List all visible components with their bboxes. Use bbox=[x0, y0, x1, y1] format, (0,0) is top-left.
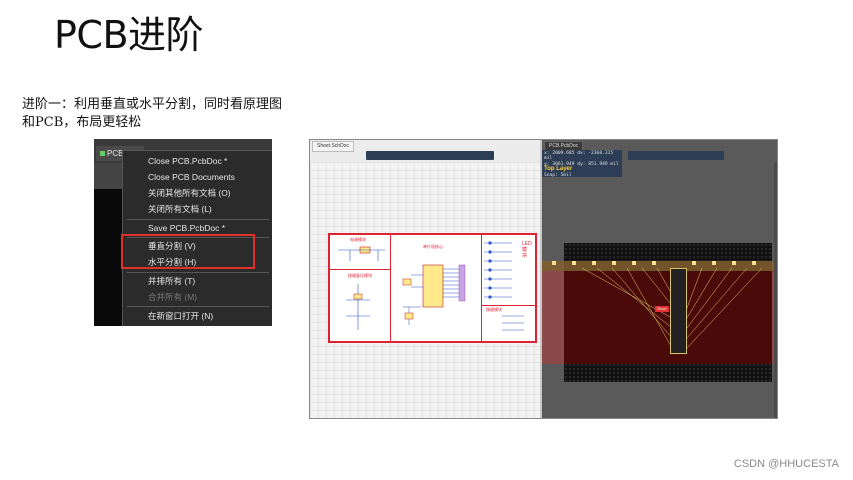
led-module-block: LED模块 bbox=[481, 234, 536, 306]
block-label: 电源模块 bbox=[350, 237, 366, 242]
slide-title: PCB进阶 bbox=[54, 13, 204, 57]
pcb-snap: Snap: 5mil bbox=[544, 172, 572, 178]
pcb-coordinate-info: x: 2009.685 dx: -2360.315 mil y: 3061.94… bbox=[542, 150, 622, 178]
pcb-component-label: Short bbox=[655, 306, 669, 312]
mcu-core-circuit bbox=[402, 264, 466, 325]
watermark: CSDN @HHUCESTA bbox=[733, 458, 839, 470]
menu-item-tile-all[interactable]: 并排所有 (T) bbox=[148, 274, 195, 288]
reset-key-circuit bbox=[346, 284, 370, 330]
menu-item-close-pcb-documents[interactable]: Close PCB Documents bbox=[148, 170, 235, 184]
pcb-scrollbar[interactable] bbox=[774, 162, 777, 418]
split-options-highlight-box bbox=[121, 234, 255, 269]
schematic-tab[interactable]: Sheet.SchDoc bbox=[312, 141, 354, 152]
menu-separator bbox=[127, 219, 269, 220]
pcb-mcu-footprint[interactable] bbox=[670, 268, 687, 354]
menu-item-merge-all[interactable]: 合并所有 (M) bbox=[148, 290, 197, 304]
schematic-pane: Sheet.SchDoc 电源模块 单片机核心 LED模块 按键复位模块 按键模… bbox=[310, 140, 542, 418]
menu-item-save-doc[interactable]: Save PCB.PcbDoc * bbox=[148, 221, 225, 235]
menu-item-close-others[interactable]: 关闭其他所有文档 (O) bbox=[148, 186, 231, 200]
pcb-coord-x: x: 2009.685 dx: -2360.315 mil bbox=[544, 151, 614, 162]
block-label: 按键复位模块 bbox=[348, 273, 372, 278]
reset-key-module-block: 按键复位模块 bbox=[329, 269, 391, 342]
led-module-circuit bbox=[484, 241, 512, 299]
menu-item-open-new-window[interactable]: 在新窗口打开 (N) bbox=[148, 309, 213, 323]
pcb-pane: PCB.PcbDoc x: 2009.685 dx: -2360.315 mil… bbox=[542, 140, 777, 418]
mcu-core-block: 单片机核心 bbox=[390, 234, 482, 342]
slide-description: 进阶一：利用垂直或水平分割，同时看原理图和PCB，布局更轻松 bbox=[22, 97, 283, 130]
document-icon bbox=[100, 151, 105, 156]
menu-item-close-doc[interactable]: Close PCB.PcbDoc * bbox=[148, 154, 227, 168]
context-menu-screenshot: PCB.PcbDoc Close PCB.PcbDoc * Close PCB … bbox=[94, 139, 272, 326]
schematic-toolbar[interactable] bbox=[366, 151, 494, 160]
menu-separator bbox=[127, 272, 269, 273]
pcb-traces bbox=[552, 261, 763, 349]
block-label: 单片机核心 bbox=[423, 244, 443, 249]
power-module-block: 电源模块 bbox=[329, 234, 391, 270]
split-view-screenshot: Sheet.SchDoc 电源模块 单片机核心 LED模块 按键复位模块 按键模… bbox=[309, 139, 778, 419]
pcb-toolbar[interactable] bbox=[628, 151, 724, 160]
block-label: LED模块 bbox=[522, 241, 532, 259]
block-label: 按键模块 bbox=[486, 307, 502, 312]
menu-item-close-all[interactable]: 关闭所有文档 (L) bbox=[148, 202, 212, 216]
menu-separator bbox=[127, 306, 269, 307]
key-module-block: 按键模块 bbox=[481, 305, 536, 342]
schematic-sheet: 电源模块 单片机核心 LED模块 按键复位模块 按键模块 bbox=[328, 233, 537, 343]
